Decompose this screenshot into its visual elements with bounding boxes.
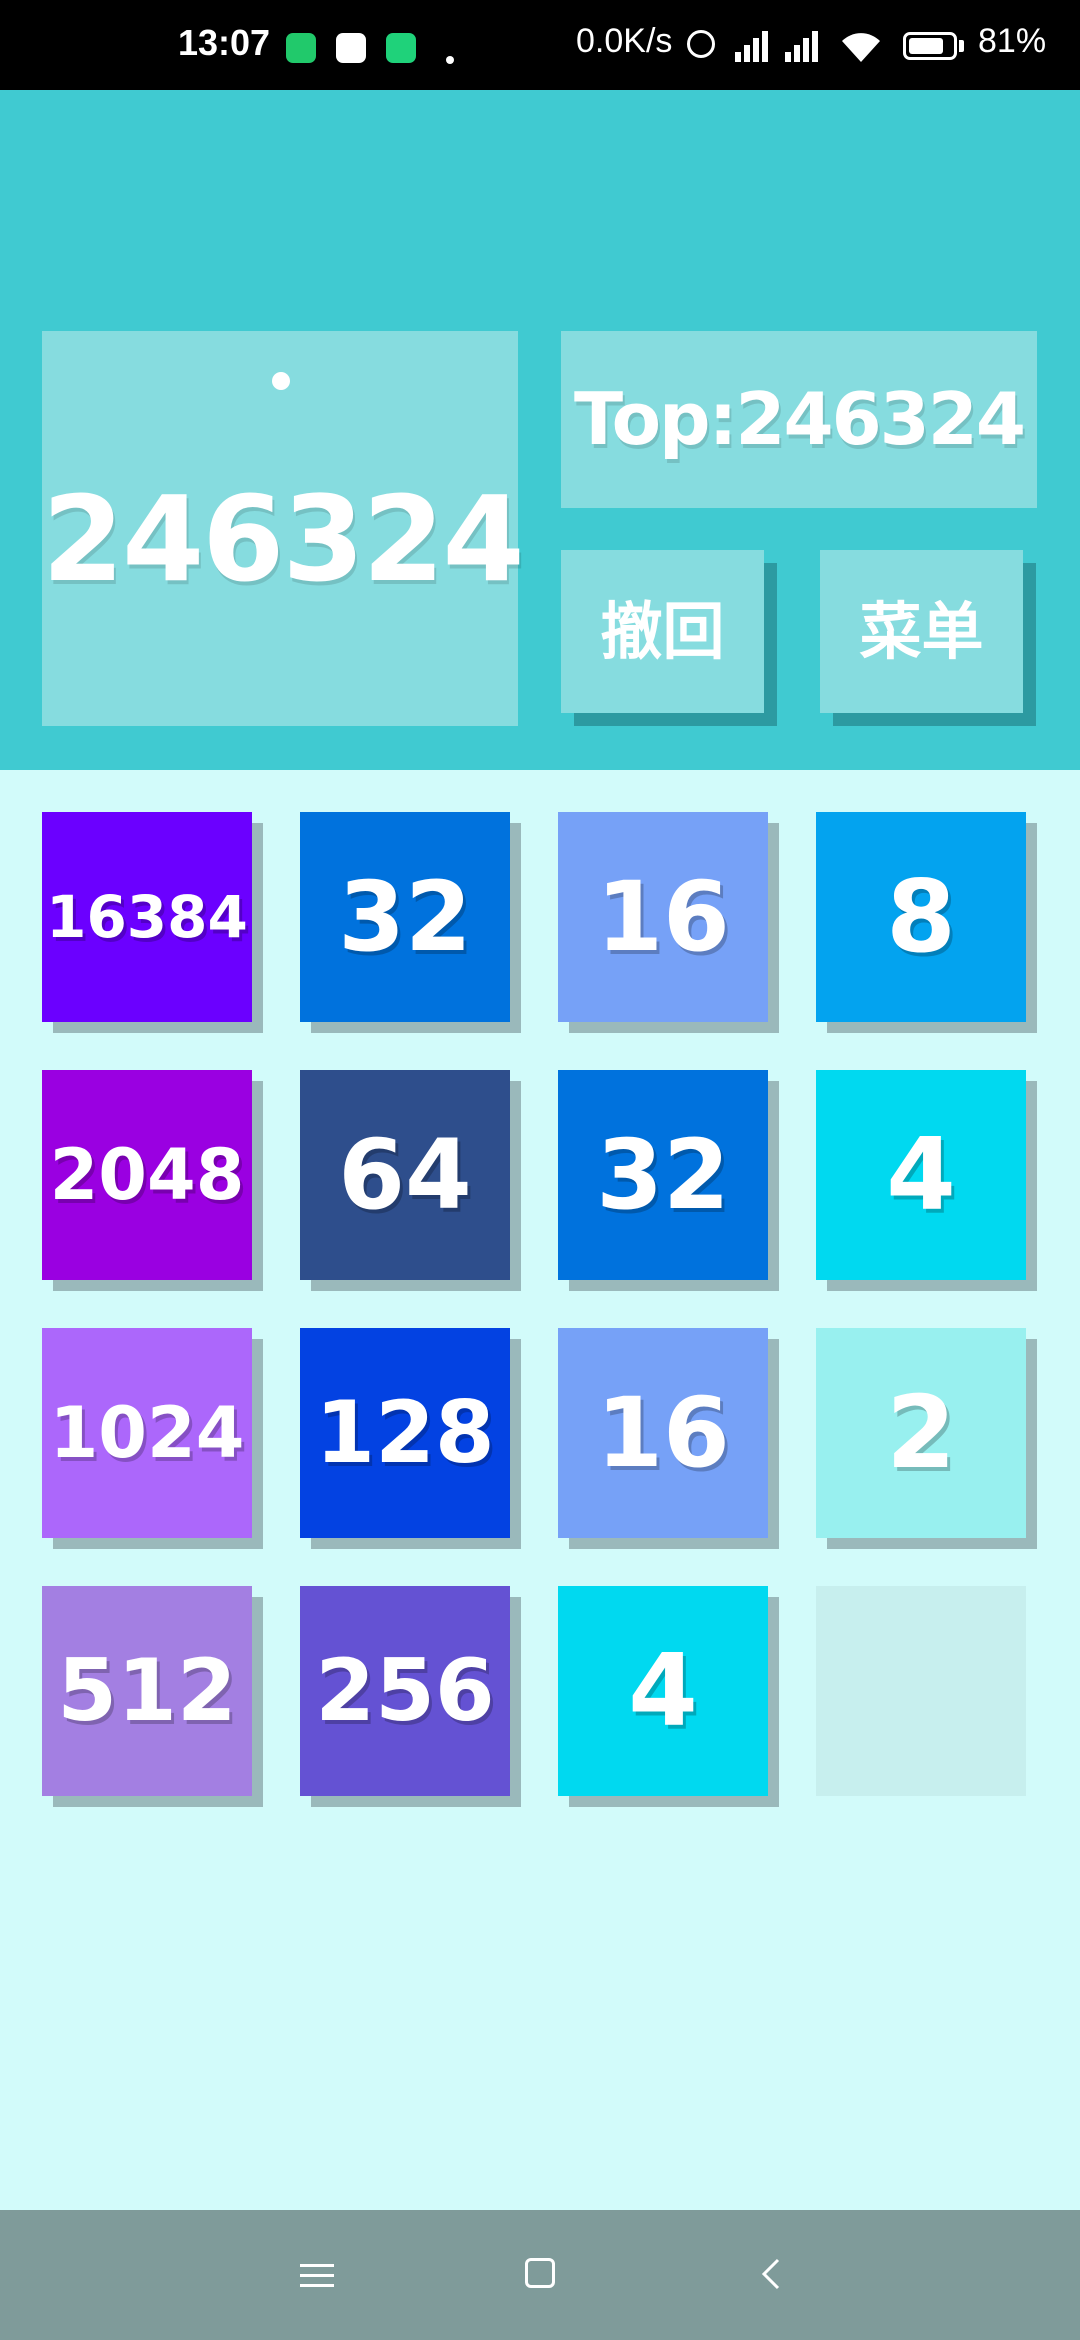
signal-icon bbox=[735, 28, 775, 62]
recent-apps-icon[interactable] bbox=[300, 2262, 334, 2290]
tile: 32 bbox=[558, 1070, 768, 1280]
tile: 2048 bbox=[42, 1070, 252, 1280]
network-speed: 0.0K/s bbox=[576, 22, 673, 60]
tile: 64 bbox=[300, 1070, 510, 1280]
home-icon[interactable] bbox=[525, 2258, 555, 2288]
signal-hd-icon bbox=[785, 28, 825, 62]
tile: 512 bbox=[42, 1586, 252, 1796]
battery-icon bbox=[903, 32, 957, 60]
empty-tile bbox=[816, 1586, 1026, 1796]
tile: 16 bbox=[558, 1328, 768, 1538]
wifi-icon bbox=[842, 33, 880, 62]
green-app-icon bbox=[386, 33, 416, 63]
undo-button[interactable]: 撤回 bbox=[561, 550, 764, 713]
battery-percent: 81% bbox=[978, 22, 1047, 60]
tile: 8 bbox=[816, 812, 1026, 1022]
status-bar: 13:07 0.0K/s 81% bbox=[0, 0, 1080, 90]
battery-fill bbox=[909, 38, 943, 54]
score-indicator-dot bbox=[272, 372, 290, 390]
status-time: 13:07 bbox=[178, 22, 271, 63]
alarm-icon bbox=[687, 30, 715, 58]
menu-button[interactable]: 菜单 bbox=[820, 550, 1023, 713]
tile: 4 bbox=[558, 1586, 768, 1796]
tile: 32 bbox=[300, 812, 510, 1022]
tile: 16384 bbox=[42, 812, 252, 1022]
chat-app-icon bbox=[336, 33, 366, 63]
current-score: 246324 bbox=[42, 470, 525, 608]
top-score: Top:246324 bbox=[561, 331, 1037, 508]
tile: 256 bbox=[300, 1586, 510, 1796]
shield-app-icon bbox=[286, 33, 316, 63]
back-icon[interactable] bbox=[760, 2258, 782, 2290]
battery-tip bbox=[959, 40, 964, 52]
tile: 4 bbox=[816, 1070, 1026, 1280]
tile: 1024 bbox=[42, 1328, 252, 1538]
tile: 16 bbox=[558, 812, 768, 1022]
tile: 128 bbox=[300, 1328, 510, 1538]
tile: 2 bbox=[816, 1328, 1026, 1538]
notification-dot-icon bbox=[446, 56, 454, 64]
